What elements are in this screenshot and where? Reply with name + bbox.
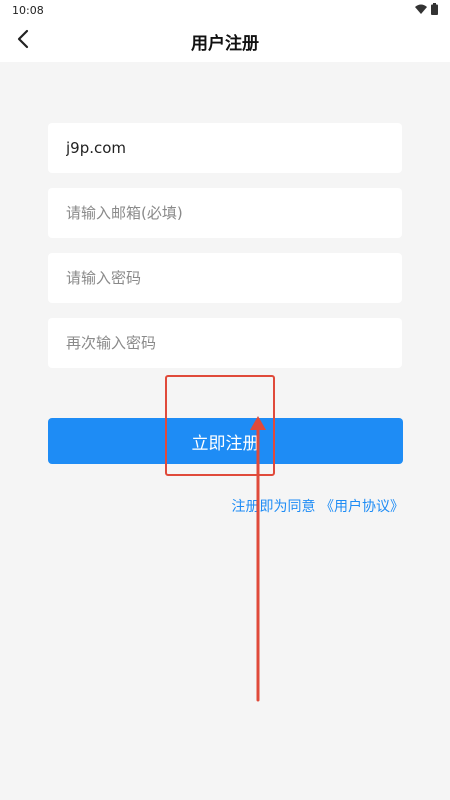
status-time: 10:08 <box>12 3 44 17</box>
register-button[interactable]: 立即注册 <box>48 418 403 464</box>
wifi-icon <box>415 4 427 17</box>
password-field[interactable] <box>48 253 402 303</box>
username-field[interactable] <box>48 123 402 173</box>
annotation-arrow-icon <box>250 416 266 702</box>
confirm-password-input[interactable] <box>66 334 384 352</box>
email-input[interactable] <box>66 204 384 222</box>
email-field[interactable] <box>48 188 402 238</box>
agreement-prefix: 注册即为同意 <box>231 499 320 515</box>
user-agreement-link[interactable]: 《用户协议》 <box>320 499 404 515</box>
username-input[interactable] <box>66 139 384 157</box>
back-button[interactable] <box>8 26 38 56</box>
agreement-text: 注册即为同意 《用户协议》 <box>232 496 404 516</box>
password-input[interactable] <box>66 269 384 287</box>
confirm-password-field[interactable] <box>48 318 402 368</box>
chevron-left-icon <box>16 29 30 53</box>
header-bar: 用户注册 <box>0 20 450 62</box>
battery-icon <box>431 2 438 18</box>
status-bar: 10:08 <box>0 0 450 20</box>
page-title: 用户注册 <box>191 33 259 54</box>
